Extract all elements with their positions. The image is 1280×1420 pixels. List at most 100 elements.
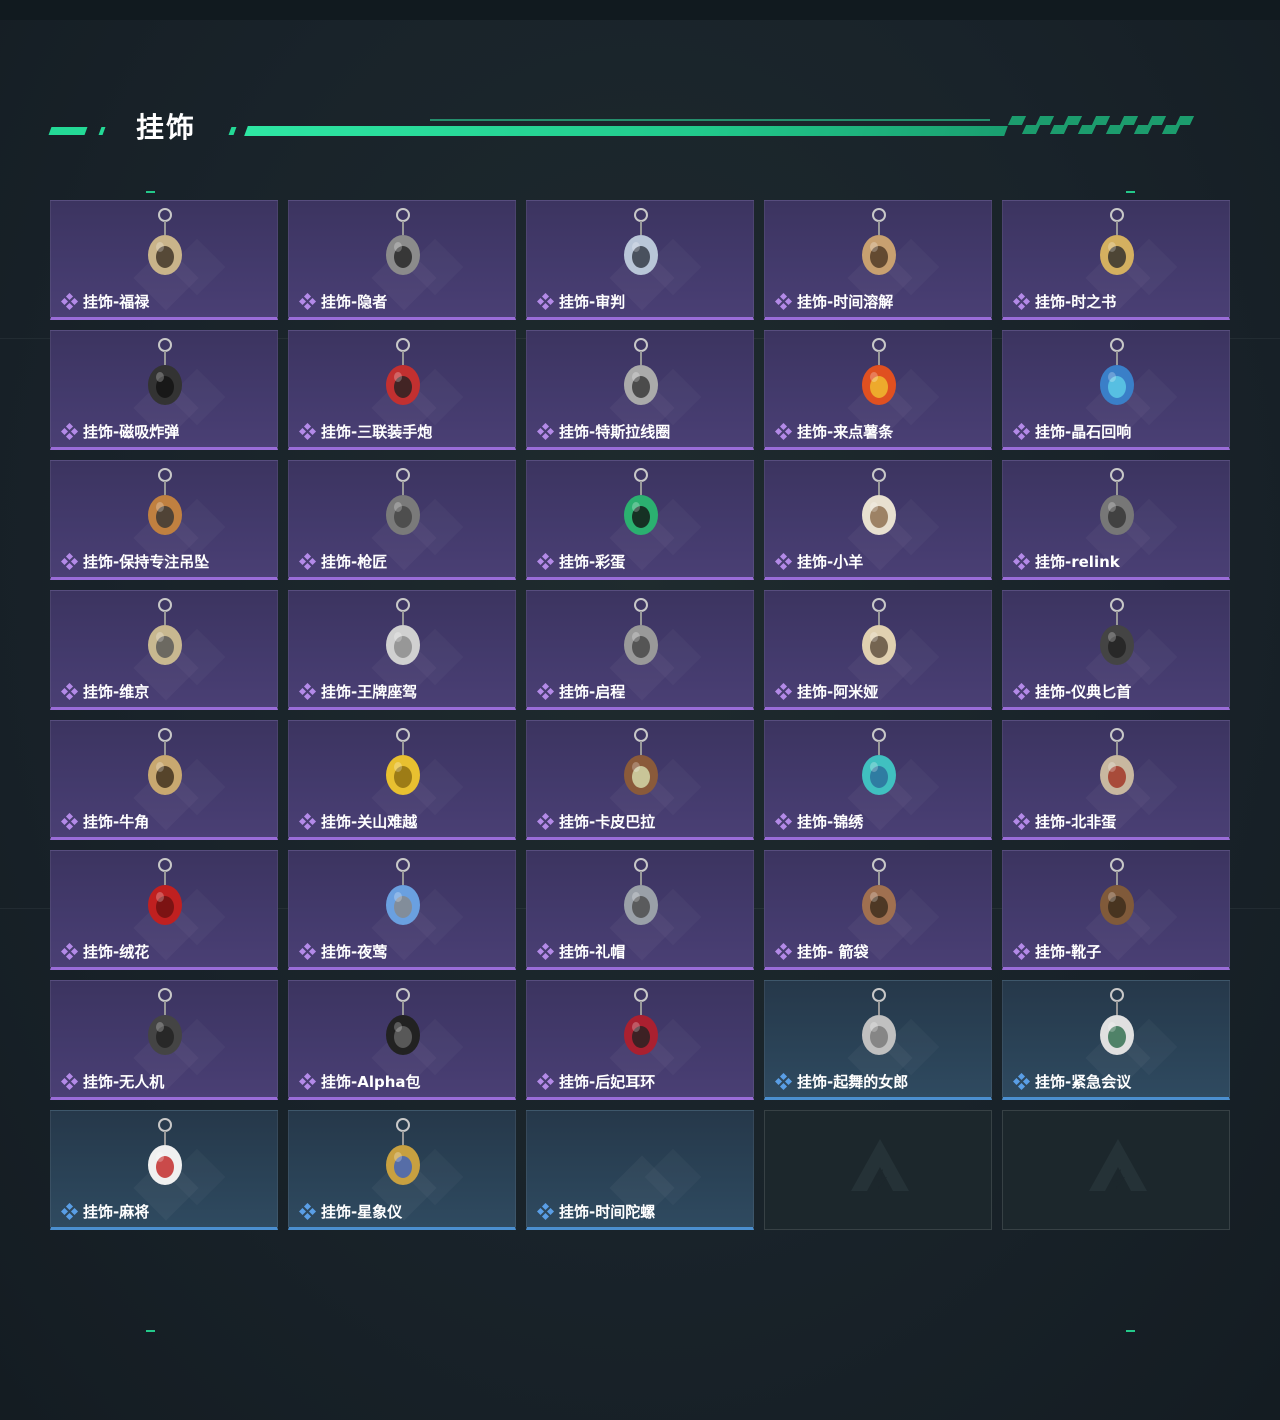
rarity-icon xyxy=(774,1072,793,1091)
charm-card[interactable]: 挂饰-关山难越 xyxy=(288,720,516,840)
fries-icon xyxy=(862,338,896,405)
charm-card[interactable]: 挂饰-来点薯条 xyxy=(764,330,992,450)
tarot-card-icon xyxy=(624,208,658,275)
charm-card[interactable]: 挂饰-北非蛋 xyxy=(1002,720,1230,840)
rarity-icon xyxy=(298,682,317,701)
rarity-icon xyxy=(774,682,793,701)
rarity-icon xyxy=(298,812,317,831)
charm-card[interactable]: 挂饰-时之书 xyxy=(1002,200,1230,320)
charm-name: 挂饰-审判 xyxy=(559,293,626,311)
charm-card[interactable]: 挂饰-牛角 xyxy=(50,720,278,840)
rarity-icon xyxy=(298,422,317,441)
quiver-icon xyxy=(862,858,896,925)
section-header: 挂饰 xyxy=(48,110,1200,150)
charm-card[interactable]: 挂饰-审判 xyxy=(526,200,754,320)
charm-name: 挂饰- 箭袋 xyxy=(797,943,869,961)
charm-card[interactable]: 挂饰-麻将 xyxy=(50,1110,278,1230)
rarity-icon xyxy=(774,292,793,311)
charm-card[interactable]: 挂饰-磁吸炸弹 xyxy=(50,330,278,450)
flower-icon xyxy=(148,858,182,925)
charm-name: 挂饰-隐者 xyxy=(321,293,388,311)
charm-card[interactable]: 挂饰-特斯拉线圈 xyxy=(526,330,754,450)
header-accent xyxy=(48,127,88,135)
rarity-icon xyxy=(536,422,555,441)
charm-name: 挂饰-王牌座驾 xyxy=(321,683,418,701)
butterfly-icon xyxy=(862,728,896,795)
charm-card[interactable]: 挂饰-王牌座驾 xyxy=(288,590,516,710)
charm-name: 挂饰-保持专注吊坠 xyxy=(83,553,210,571)
charm-card[interactable]: 挂饰-福禄 xyxy=(50,200,278,320)
sheep-icon xyxy=(862,468,896,535)
charm-card[interactable]: 挂饰-夜莺 xyxy=(288,850,516,970)
charm-card[interactable]: 挂饰-维京 xyxy=(50,590,278,710)
horns-icon xyxy=(148,728,182,795)
charm-grid: 挂饰-福禄 挂饰-隐者 挂饰-审判 挂饰-时间溶解 挂饰-时之书挂饰-磁吸炸弹 挂饰-三联… xyxy=(50,200,1230,1230)
rarity-icon xyxy=(1012,1072,1031,1091)
charm-card[interactable]: 挂饰-礼帽 xyxy=(526,850,754,970)
charm-name: 挂饰-福禄 xyxy=(83,293,150,311)
boot-icon xyxy=(1100,858,1134,925)
charm-card[interactable]: 挂饰-晶石回响 xyxy=(1002,330,1230,450)
header-accent xyxy=(228,127,237,135)
charm-card[interactable]: 挂饰-卡皮巴拉 xyxy=(526,720,754,840)
tesla-coil-icon xyxy=(624,338,658,405)
badge-icon xyxy=(1100,988,1134,1055)
charm-card[interactable]: 挂饰-起舞的女郎 xyxy=(764,980,992,1100)
charm-card[interactable]: 挂饰- 箭袋 xyxy=(764,850,992,970)
charm-name: 挂饰-小羊 xyxy=(797,553,864,571)
corner-mark xyxy=(146,191,155,193)
charm-name: 挂饰-彩蛋 xyxy=(559,553,626,571)
empty-slot[interactable] xyxy=(764,1110,992,1230)
charm-card[interactable]: 挂饰-紧急会议 xyxy=(1002,980,1230,1100)
rarity-icon xyxy=(60,1072,79,1091)
charm-name: 挂饰-紧急会议 xyxy=(1035,1073,1132,1091)
charm-card[interactable]: 挂饰-小羊 xyxy=(764,460,992,580)
bomb-icon xyxy=(148,338,182,405)
charm-name: 挂饰-Alpha包 xyxy=(321,1073,421,1091)
charm-card[interactable]: 挂饰-保持专注吊坠 xyxy=(50,460,278,580)
rarity-icon xyxy=(774,422,793,441)
charm-name: 挂饰-维京 xyxy=(83,683,150,701)
charm-name: 挂饰-时间溶解 xyxy=(797,293,894,311)
charm-card[interactable]: 挂饰-仪典匕首 xyxy=(1002,590,1230,710)
melting-clock-icon xyxy=(862,208,896,275)
gold-bar-icon xyxy=(386,728,420,795)
charm-card[interactable]: 挂饰-Alpha包 xyxy=(288,980,516,1100)
crystal-icon xyxy=(1100,338,1134,405)
dagger-icon xyxy=(1100,598,1134,665)
charm-name: 挂饰-后妃耳环 xyxy=(559,1073,656,1091)
charm-card[interactable]: 挂饰-启程 xyxy=(526,590,754,710)
charm-name: 挂饰-星象仪 xyxy=(321,1203,403,1221)
rarity-icon xyxy=(1012,812,1031,831)
charm-card[interactable]: 挂饰-彩蛋 xyxy=(526,460,754,580)
egg-dish-icon xyxy=(1100,728,1134,795)
charm-card[interactable]: 挂饰-阿米娅 xyxy=(764,590,992,710)
charm-card[interactable]: 挂饰-星象仪 xyxy=(288,1110,516,1230)
charm-name: 挂饰-靴子 xyxy=(1035,943,1102,961)
charm-card[interactable]: 挂饰-无人机 xyxy=(50,980,278,1100)
empty-slot[interactable] xyxy=(1002,1110,1230,1230)
rarity-icon xyxy=(536,1202,555,1221)
charm-card[interactable]: 挂饰-后妃耳环 xyxy=(526,980,754,1100)
gun-part-icon xyxy=(386,468,420,535)
hat-icon xyxy=(624,858,658,925)
charm-card[interactable]: 挂饰-relink xyxy=(1002,460,1230,580)
charm-card[interactable]: 挂饰-时间溶解 xyxy=(764,200,992,320)
astrolabe-icon xyxy=(386,1118,420,1185)
charm-card[interactable]: 挂饰-三联装手炮 xyxy=(288,330,516,450)
charm-card[interactable]: 挂饰-枪匠 xyxy=(288,460,516,580)
sign-pendant-icon xyxy=(148,468,182,535)
charm-card[interactable]: 挂饰-隐者 xyxy=(288,200,516,320)
feather-icon xyxy=(386,858,420,925)
charm-card[interactable]: 挂饰-锦绣 xyxy=(764,720,992,840)
plane-icon xyxy=(386,598,420,665)
rarity-icon xyxy=(298,292,317,311)
rarity-icon xyxy=(774,812,793,831)
rarity-icon xyxy=(60,942,79,961)
charm-card[interactable]: 挂饰-时间陀螺 xyxy=(526,1110,754,1230)
charm-name: 挂饰-关山难越 xyxy=(321,813,418,831)
rarity-icon xyxy=(298,1202,317,1221)
charm-card[interactable]: 挂饰-靴子 xyxy=(1002,850,1230,970)
charm-card[interactable]: 挂饰-绒花 xyxy=(50,850,278,970)
rarity-icon xyxy=(1012,422,1031,441)
